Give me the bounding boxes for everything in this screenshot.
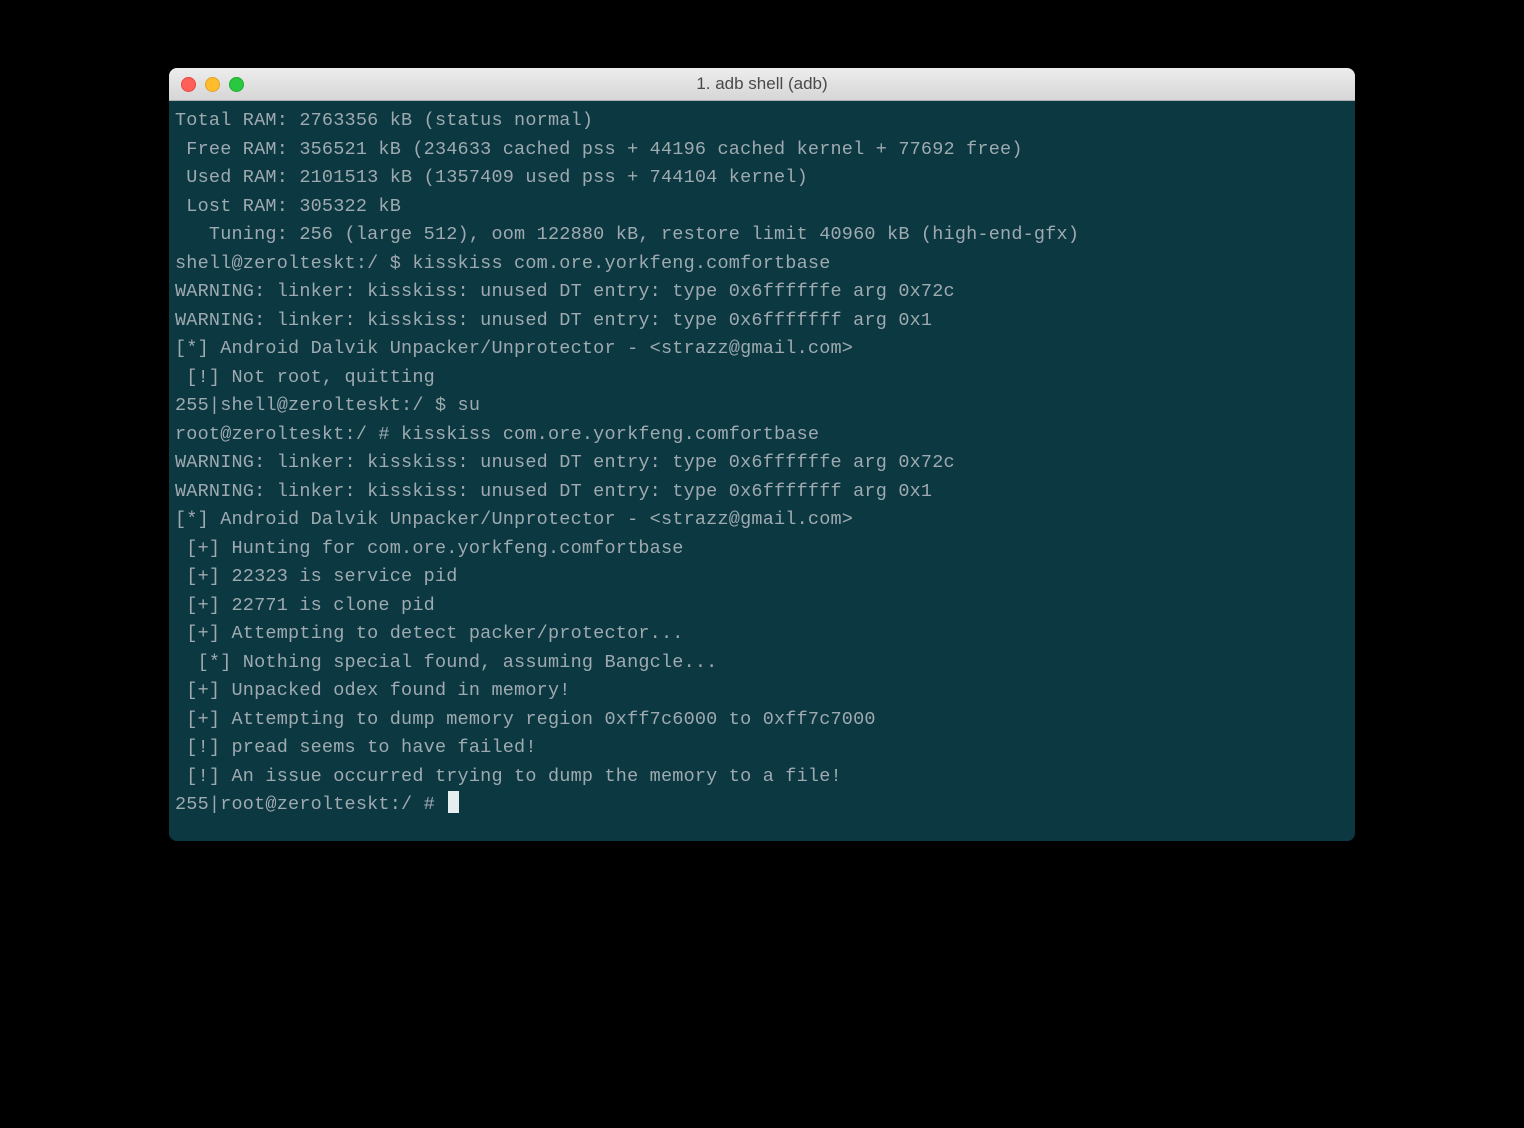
- terminal-line: root@zerolteskt:/ # kisskiss com.ore.yor…: [175, 421, 1349, 450]
- terminal-line: [!] Not root, quitting: [175, 364, 1349, 393]
- terminal-line: Tuning: 256 (large 512), oom 122880 kB, …: [175, 221, 1349, 250]
- terminal-line: 255|shell@zerolteskt:/ $ su: [175, 392, 1349, 421]
- terminal-line: Lost RAM: 305322 kB: [175, 193, 1349, 222]
- terminal-line: [+] Unpacked odex found in memory!: [175, 677, 1349, 706]
- terminal-line: Free RAM: 356521 kB (234633 cached pss +…: [175, 136, 1349, 165]
- terminal-line: [!] An issue occurred trying to dump the…: [175, 763, 1349, 792]
- terminal-line: WARNING: linker: kisskiss: unused DT ent…: [175, 278, 1349, 307]
- terminal-line: [*] Nothing special found, assuming Bang…: [175, 649, 1349, 678]
- traffic-lights: [181, 77, 244, 92]
- terminal-line: [*] Android Dalvik Unpacker/Unprotector …: [175, 506, 1349, 535]
- terminal-line: [+] Attempting to dump memory region 0xf…: [175, 706, 1349, 735]
- terminal-line: [!] pread seems to have failed!: [175, 734, 1349, 763]
- terminal-line: [+] 22771 is clone pid: [175, 592, 1349, 621]
- terminal-window: 1. adb shell (adb) Total RAM: 2763356 kB…: [169, 68, 1355, 841]
- shell-prompt: 255|root@zerolteskt:/ #: [175, 794, 435, 815]
- close-button[interactable]: [181, 77, 196, 92]
- terminal-line: [+] Attempting to detect packer/protecto…: [175, 620, 1349, 649]
- terminal-line: WARNING: linker: kisskiss: unused DT ent…: [175, 307, 1349, 336]
- terminal-line: Used RAM: 2101513 kB (1357409 used pss +…: [175, 164, 1349, 193]
- terminal-line: [*] Android Dalvik Unpacker/Unprotector …: [175, 335, 1349, 364]
- terminal-line: [+] Hunting for com.ore.yorkfeng.comfort…: [175, 535, 1349, 564]
- zoom-button[interactable]: [229, 77, 244, 92]
- terminal-line: shell@zerolteskt:/ $ kisskiss com.ore.yo…: [175, 250, 1349, 279]
- terminal-line: WARNING: linker: kisskiss: unused DT ent…: [175, 449, 1349, 478]
- prompt-line[interactable]: 255|root@zerolteskt:/ #: [175, 791, 1349, 820]
- cursor: [448, 791, 459, 813]
- terminal-line: [+] 22323 is service pid: [175, 563, 1349, 592]
- terminal-line: Total RAM: 2763356 kB (status normal): [175, 107, 1349, 136]
- window-title: 1. adb shell (adb): [169, 74, 1355, 94]
- minimize-button[interactable]: [205, 77, 220, 92]
- terminal-output[interactable]: Total RAM: 2763356 kB (status normal) Fr…: [169, 101, 1355, 841]
- titlebar: 1. adb shell (adb): [169, 68, 1355, 101]
- terminal-line: WARNING: linker: kisskiss: unused DT ent…: [175, 478, 1349, 507]
